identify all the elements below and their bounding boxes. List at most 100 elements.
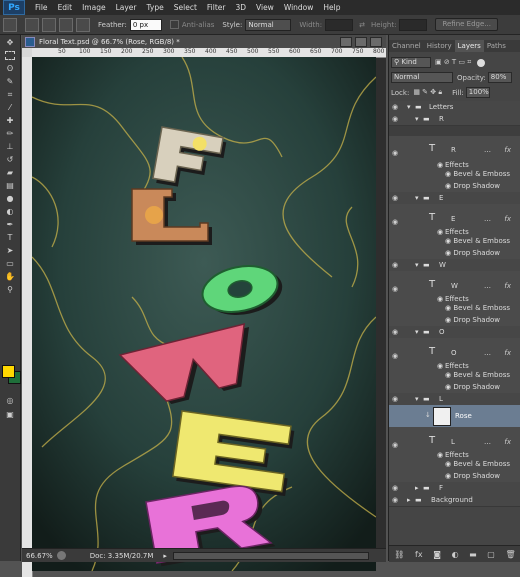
fill-input[interactable]: 100% bbox=[465, 87, 490, 98]
menu-view[interactable]: View bbox=[256, 3, 274, 12]
opacity-input[interactable]: 80% bbox=[487, 72, 512, 83]
layer-background[interactable]: ◉ ▸ ▬ Background bbox=[389, 494, 520, 507]
fx-icon[interactable]: fx bbox=[504, 215, 511, 223]
layer-text-e[interactable]: ◉ T E … fx ◉ Effects ◉ Bevel & Emboss bbox=[389, 204, 520, 249]
history-brush-tool-icon[interactable]: ↺ bbox=[3, 154, 17, 165]
filter-icons[interactable]: ▣ ⊘ T ▭ ⌗ bbox=[435, 58, 471, 67]
move-tool-icon[interactable]: ✥ bbox=[3, 37, 17, 48]
screen-mode-icon[interactable]: ▣ bbox=[3, 409, 17, 420]
layer-text-l[interactable]: ◉ T L … fx ◉ Effects ◉ Bevel & Emboss bbox=[389, 427, 520, 472]
height-input[interactable] bbox=[399, 18, 428, 31]
group-arrow-icon[interactable]: ▾ bbox=[407, 103, 411, 111]
menu-edit[interactable]: Edit bbox=[58, 3, 73, 12]
width-input[interactable] bbox=[325, 18, 354, 31]
layer-rose-selected[interactable]: ↓ Rose bbox=[389, 405, 520, 428]
menu-file[interactable]: File bbox=[35, 3, 48, 12]
eye-icon[interactable]: ◉ bbox=[392, 115, 402, 123]
eye-icon[interactable]: ◉ bbox=[392, 352, 402, 360]
tab-history[interactable]: History bbox=[424, 40, 455, 52]
eye-icon[interactable]: ◉ bbox=[392, 261, 402, 269]
eye-icon[interactable]: ◉ bbox=[392, 496, 402, 504]
group-arrow-icon[interactable]: ▾ bbox=[415, 115, 419, 123]
bevel-emboss-effect[interactable]: ◉ Bevel & Emboss bbox=[445, 304, 510, 312]
group-arrow-icon[interactable]: ▸ bbox=[407, 496, 411, 504]
layer-text-o[interactable]: ◉ T O … fx ◉ Effects ◉ Bevel & Emboss bbox=[389, 338, 520, 383]
menu-help[interactable]: Help bbox=[323, 3, 340, 12]
style-select[interactable]: Normal bbox=[245, 18, 292, 31]
fx-icon[interactable]: fx bbox=[504, 146, 511, 154]
layer-text-r[interactable]: ◉ T R … fx ◉ Effects ◉ Bevel & Emboss bbox=[389, 136, 520, 182]
fx-icon[interactable]: fx bbox=[504, 282, 511, 290]
crop-tool-icon[interactable]: ⌗ bbox=[3, 89, 17, 100]
bevel-emboss-effect[interactable]: ◉ Bevel & Emboss bbox=[445, 460, 510, 468]
eye-icon[interactable]: ◉ bbox=[392, 194, 402, 202]
swap-icon[interactable]: ⇄ bbox=[359, 21, 365, 29]
status-menu-icon[interactable] bbox=[56, 551, 66, 560]
add-style-icon[interactable]: fx bbox=[415, 550, 423, 559]
eye-icon[interactable]: ◉ bbox=[392, 328, 402, 336]
tab-paths[interactable]: Paths bbox=[484, 40, 509, 52]
foreground-color-swatch[interactable] bbox=[2, 365, 15, 378]
intersect-selection-icon[interactable] bbox=[76, 17, 90, 32]
menu-filter[interactable]: Filter bbox=[207, 3, 226, 12]
close-button[interactable] bbox=[370, 36, 382, 47]
quick-select-tool-icon[interactable]: ✎ bbox=[3, 76, 17, 87]
quick-mask-icon[interactable]: ◎ bbox=[3, 395, 17, 406]
filter-toggle[interactable] bbox=[477, 58, 486, 67]
type-tool-icon[interactable]: T bbox=[3, 232, 17, 243]
dodge-tool-icon[interactable]: ◐ bbox=[3, 206, 17, 217]
brush-tool-icon[interactable]: ✏ bbox=[3, 128, 17, 139]
layer-group-r[interactable]: ◉ ▾ ▬ R bbox=[389, 113, 520, 126]
group-arrow-icon[interactable]: ▾ bbox=[415, 328, 419, 336]
blend-mode-select[interactable]: Normal bbox=[391, 72, 453, 83]
pen-tool-icon[interactable]: ✒ bbox=[3, 219, 17, 230]
bevel-emboss-effect[interactable]: ◉ Bevel & Emboss bbox=[445, 237, 510, 245]
status-arrow-icon[interactable]: ▸ bbox=[163, 552, 167, 560]
bevel-emboss-effect[interactable]: ◉ Bevel & Emboss bbox=[445, 371, 510, 379]
lasso-tool-icon[interactable]: ʘ bbox=[3, 63, 17, 74]
horizontal-scrollbar[interactable] bbox=[172, 551, 369, 560]
menu-select[interactable]: Select bbox=[174, 3, 197, 12]
eye-icon[interactable]: ◉ bbox=[392, 103, 402, 111]
marquee-tool-icon[interactable] bbox=[3, 50, 17, 61]
new-group-icon[interactable]: ▬ bbox=[469, 550, 477, 559]
delete-layer-icon[interactable]: 🗑︎ bbox=[505, 550, 515, 559]
gradient-tool-icon[interactable]: ▤ bbox=[3, 180, 17, 191]
stamp-tool-icon[interactable]: ⊥ bbox=[3, 141, 17, 152]
filter-kind-select[interactable]: ⚲ Kind bbox=[391, 57, 431, 68]
menu-image[interactable]: Image bbox=[82, 3, 106, 12]
zoom-level[interactable]: 66.67% bbox=[26, 552, 53, 560]
add-mask-icon[interactable]: ◙ bbox=[433, 550, 441, 559]
minimize-button[interactable] bbox=[340, 36, 352, 47]
adjustment-layer-icon[interactable]: ◐ bbox=[452, 550, 459, 559]
refine-edge-button[interactable]: Refine Edge... bbox=[435, 18, 498, 31]
menu-layer[interactable]: Layer bbox=[116, 3, 137, 12]
bevel-emboss-effect[interactable]: ◉ Bevel & Emboss bbox=[445, 170, 510, 178]
antialias-checkbox[interactable] bbox=[169, 20, 179, 29]
eye-icon[interactable]: ◉ bbox=[392, 441, 402, 449]
fx-icon[interactable]: fx bbox=[504, 438, 511, 446]
layer-text-w[interactable]: ◉ T W … fx ◉ Effects ◉ Bevel & Emboss bbox=[389, 271, 520, 316]
blur-tool-icon[interactable]: ● bbox=[3, 193, 17, 204]
eye-icon[interactable]: ◉ bbox=[392, 149, 402, 157]
menu-type[interactable]: Type bbox=[147, 3, 164, 12]
subtract-selection-icon[interactable] bbox=[59, 17, 73, 32]
shape-tool-icon[interactable]: ▭ bbox=[3, 258, 17, 269]
marquee-preset-icon[interactable] bbox=[3, 17, 17, 32]
new-selection-icon[interactable] bbox=[25, 17, 39, 32]
healing-tool-icon[interactable]: ✚ bbox=[3, 115, 17, 126]
eye-icon[interactable]: ◉ bbox=[392, 395, 402, 403]
group-arrow-icon[interactable]: ▾ bbox=[415, 194, 419, 202]
eye-icon[interactable]: ◉ bbox=[392, 285, 402, 293]
hand-tool-icon[interactable]: ✋ bbox=[3, 271, 17, 282]
document-tab[interactable]: Floral Text.psd @ 66.7% (Rose, RGB/8) * bbox=[22, 35, 386, 49]
tab-channels[interactable]: Channel bbox=[389, 40, 424, 52]
link-layers-icon[interactable]: ⛓ bbox=[394, 550, 404, 559]
zoom-tool-icon[interactable]: ⚲ bbox=[3, 284, 17, 295]
group-arrow-icon[interactable]: ▾ bbox=[415, 395, 419, 403]
menu-3d[interactable]: 3D bbox=[235, 3, 246, 12]
fx-icon[interactable]: fx bbox=[504, 349, 511, 357]
image-canvas[interactable] bbox=[32, 57, 376, 571]
eraser-tool-icon[interactable]: ▰ bbox=[3, 167, 17, 178]
eye-icon[interactable]: ◉ bbox=[392, 484, 402, 492]
